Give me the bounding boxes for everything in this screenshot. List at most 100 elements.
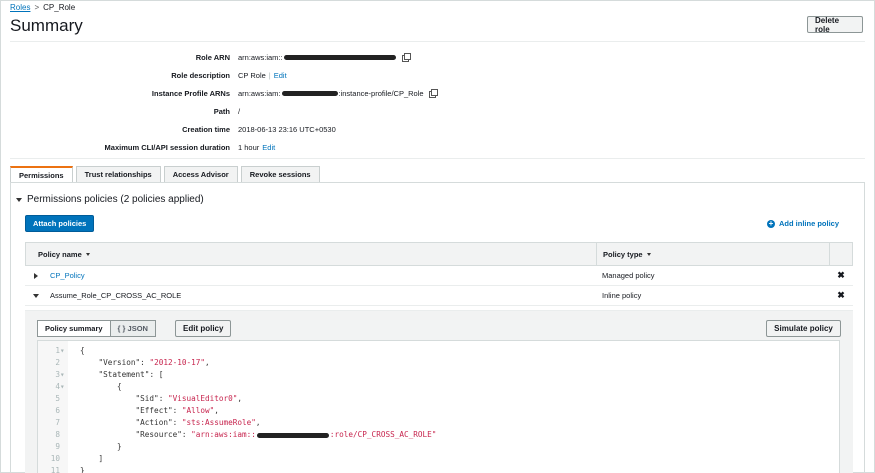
attach-policies-button[interactable]: Attach policies: [25, 215, 95, 232]
line-number: 1: [55, 346, 60, 355]
table-header: Policy name Policy type: [25, 242, 853, 266]
code-line: 3▾ "Statement": [: [38, 369, 838, 381]
tab-trust-relationships[interactable]: Trust relationships: [75, 166, 161, 182]
json-view-button[interactable]: { } JSON: [110, 320, 156, 337]
path-row: Path /: [10, 104, 865, 118]
json-punctuation: ,: [255, 418, 261, 427]
json-separator: :: [172, 406, 182, 415]
chevron-down-icon: [16, 197, 22, 202]
json-value: "arn:aws:iam::: [191, 430, 256, 439]
divider: |: [268, 70, 271, 80]
json-punctuation: {: [80, 346, 85, 355]
breadcrumb-separator: >: [34, 3, 40, 12]
max-session-value: 1 hour Edit: [238, 143, 275, 152]
role-description-value: CP Role | Edit: [238, 71, 287, 80]
json-separator: :: [149, 370, 159, 379]
line-number: 11: [50, 466, 60, 473]
column-policy-type-label: Policy type: [603, 249, 643, 259]
line-number: 10: [50, 454, 60, 463]
json-key: "Effect": [135, 406, 173, 415]
delete-role-button[interactable]: Delete role: [807, 16, 863, 34]
json-editor[interactable]: 1▾{2 "Version": "2012-10-17", 3▾ "Stateme…: [37, 340, 840, 473]
permissions-policies-header[interactable]: Permissions policies (2 policies applied…: [16, 194, 204, 205]
creation-time-label: Creation time: [182, 124, 230, 134]
column-policy-type[interactable]: Policy type: [597, 243, 830, 265]
json-value: "2012-10-17": [149, 358, 205, 367]
json-punctuation: {: [117, 382, 122, 391]
json-value: "sts:AssumeRole": [181, 418, 256, 427]
instance-profile-value: arn:aws:iam: :instance-profile/CP_Role: [238, 88, 438, 98]
role-description-text: CP Role: [238, 70, 266, 80]
path-label: Path: [213, 106, 230, 116]
column-policy-name[interactable]: Policy name: [26, 243, 597, 265]
inline-policy-detail: Policy summary { } JSON Edit policy Simu…: [25, 310, 853, 473]
json-separator: :: [172, 418, 182, 427]
role-arn-label: Role ARN: [195, 52, 230, 62]
line-number: 2: [55, 358, 60, 367]
tab-revoke-sessions[interactable]: Revoke sessions: [240, 166, 320, 182]
json-punctuation: ]: [98, 454, 104, 463]
redacted-account-id: [283, 54, 396, 60]
breadcrumb-roles-link[interactable]: Roles: [10, 3, 30, 12]
json-value: "VisualEditor0": [167, 394, 238, 403]
role-summary-panel: Role ARN arn:aws:iam:: Role description …: [10, 41, 865, 159]
role-arn-value: arn:aws:iam::: [238, 53, 411, 62]
close-icon[interactable]: ✖: [829, 270, 853, 281]
json-separator: :: [181, 430, 192, 439]
fold-toggle-icon[interactable]: ▾: [60, 381, 68, 393]
role-arn-row: Role ARN arn:aws:iam::: [10, 50, 865, 64]
column-policy-name-label: Policy name: [38, 249, 82, 259]
policy-type: Inline policy: [602, 291, 642, 300]
json-separator: :: [158, 394, 168, 403]
role-tabs: Permissions Trust relationships Access A…: [10, 166, 323, 182]
code-line: 8 "Resource": "arn:aws:iam:::role/CP_CRO…: [38, 429, 838, 441]
permissions-policies-title: Permissions policies (2 policies applied…: [27, 194, 204, 205]
page-title: Summary: [10, 16, 83, 35]
json-key: "Sid": [135, 394, 159, 403]
path-value: /: [238, 106, 241, 116]
json-key: "Statement": [98, 370, 150, 379]
add-inline-policy-link[interactable]: + Add inline policy: [767, 219, 839, 228]
json-punctuation: ,: [237, 394, 243, 403]
copy-icon[interactable]: [428, 89, 438, 98]
code-line: 7 "Action": "sts:AssumeRole",: [38, 417, 838, 429]
code-line: 10 ]: [38, 453, 838, 465]
creation-time-row: Creation time 2018-06-13 23:16 UTC+0530: [10, 122, 865, 136]
add-inline-policy-label: Add inline policy: [779, 219, 840, 228]
line-number: 4: [55, 382, 60, 391]
max-session-edit-link[interactable]: Edit: [262, 143, 275, 152]
sort-down-icon: [85, 252, 90, 256]
fold-toggle-icon[interactable]: ▾: [60, 345, 68, 357]
code-line: 9 }: [38, 441, 838, 453]
json-key: "Resource": [135, 430, 182, 439]
fold-toggle-icon[interactable]: ▾: [60, 369, 68, 381]
instance-profile-suffix: :instance-profile/CP_Role: [338, 88, 424, 98]
policy-summary-button[interactable]: Policy summary: [37, 320, 111, 337]
instance-profile-label: Instance Profile ARNs: [151, 88, 230, 98]
simulate-policy-button[interactable]: Simulate policy: [766, 320, 841, 337]
role-description-edit-link[interactable]: Edit: [274, 71, 287, 80]
collapse-row-toggle[interactable]: [25, 293, 47, 298]
policy-name: Assume_Role_CP_CROSS_AC_ROLE: [50, 291, 182, 300]
table-row: Assume_Role_CP_CROSS_AC_ROLE Inline poli…: [25, 286, 853, 306]
sort-down-icon: [646, 252, 651, 256]
tab-permissions[interactable]: Permissions: [10, 166, 73, 182]
tab-access-advisor[interactable]: Access Advisor: [163, 166, 238, 182]
code-line: 5 "Sid": "VisualEditor0",: [38, 393, 838, 405]
copy-icon[interactable]: [401, 53, 411, 62]
code-line: 6 "Effect": "Allow",: [38, 405, 838, 417]
code-line: 2 "Version": "2012-10-17",: [38, 357, 838, 369]
expand-row-toggle[interactable]: [25, 272, 47, 279]
json-value: :role/CP_CROSS_AC_ROLE": [329, 430, 437, 439]
instance-profile-row: Instance Profile ARNs arn:aws:iam: :inst…: [10, 86, 865, 100]
policy-name-link[interactable]: CP_Policy: [47, 271, 596, 280]
close-icon[interactable]: ✖: [829, 290, 853, 301]
line-number: 7: [55, 418, 60, 427]
edit-policy-button[interactable]: Edit policy: [175, 320, 232, 337]
json-punctuation: ,: [204, 358, 210, 367]
json-punctuation: ,: [214, 406, 219, 415]
